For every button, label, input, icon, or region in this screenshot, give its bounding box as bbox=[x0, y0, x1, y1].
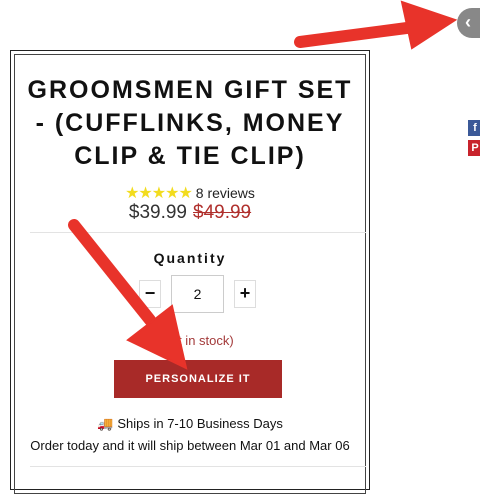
reviews-link[interactable]: 8 reviews bbox=[196, 185, 255, 201]
divider bbox=[30, 232, 366, 233]
quantity-input[interactable]: 2 bbox=[171, 275, 224, 313]
facebook-share-icon[interactable]: f bbox=[468, 120, 480, 136]
quantity-increase-button[interactable]: + bbox=[234, 280, 256, 308]
shipping-time-text: Ships in 7-10 Business Days bbox=[117, 416, 283, 431]
quantity-label: Quantity bbox=[153, 250, 227, 266]
personalize-button[interactable]: PERSONALIZE IT bbox=[114, 360, 282, 398]
price-row: $39.99 $49.99 bbox=[22, 202, 358, 224]
divider bbox=[30, 466, 366, 467]
current-price: $39.99 bbox=[128, 202, 187, 223]
annotation-arrow-top bbox=[294, 0, 458, 50]
rating-row[interactable]: ★★★★★ 8 reviews bbox=[22, 183, 358, 203]
pinterest-share-icon[interactable]: P bbox=[468, 140, 480, 156]
star-rating-icon: ★★★★★ bbox=[125, 185, 193, 202]
quantity-decrease-button[interactable]: − bbox=[139, 280, 161, 308]
chevron-left-icon[interactable]: ‹ bbox=[457, 8, 480, 38]
shipping-info: 🚚 Ships in 7-10 Business Days bbox=[22, 416, 358, 432]
original-price: $49.99 bbox=[193, 202, 252, 223]
truck-icon: 🚚 bbox=[97, 416, 114, 431]
stock-status: 36 left in stock) bbox=[146, 333, 234, 348]
product-title: GROOMSMEN GIFT SET - (CUFFLINKS, MONEY C… bbox=[27, 76, 353, 170]
ship-dates-text: Order today and it will ship between Mar… bbox=[30, 438, 350, 453]
